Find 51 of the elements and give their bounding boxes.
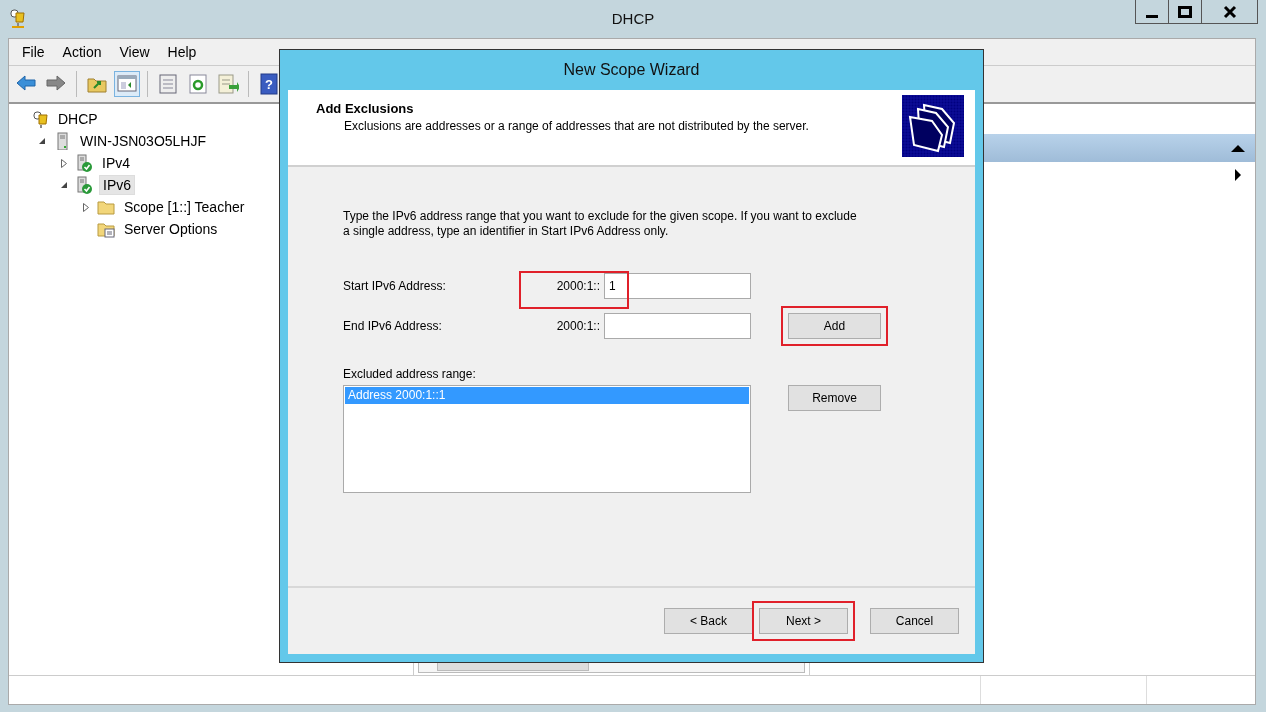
back-button[interactable]: < Back	[664, 608, 753, 634]
menu-item[interactable]: View	[110, 44, 159, 60]
collapse-arrow-icon[interactable]	[1231, 144, 1245, 152]
properties-icon	[157, 73, 179, 95]
field-label: Start IPv6 Address:	[343, 279, 447, 293]
submenu-arrow-icon[interactable]	[1235, 169, 1241, 181]
cancel-button[interactable]: Cancel	[870, 608, 959, 634]
toolbar-button[interactable]: ?	[256, 71, 282, 97]
field-label: End IPv6 Address:	[343, 319, 443, 333]
page-title: Add Exclusions	[316, 101, 415, 116]
toolbar-button[interactable]	[215, 71, 241, 97]
instructions-text: Type the IPv6 address range that you want to exclude for the given scope. If you want to exclude a single address, type an identifier in Start IPv6 Address only.	[343, 209, 858, 239]
folder-icon	[97, 198, 115, 216]
address-input[interactable]: 1	[604, 273, 751, 299]
refresh-icon	[187, 73, 209, 95]
tree-item[interactable]: DHCP	[55, 110, 101, 128]
minimize-icon	[1146, 15, 1158, 18]
expanded-arrow-icon[interactable]	[60, 181, 68, 189]
tree-item[interactable]: IPv6	[99, 175, 135, 195]
folder-list-icon	[97, 220, 115, 238]
menu-item[interactable]: File	[13, 44, 54, 60]
maximize-icon	[1178, 5, 1192, 18]
window-title: DHCP	[610, 10, 656, 27]
tree-item[interactable]: WIN-JSN03O5LHJF	[77, 132, 210, 150]
add-button[interactable]: Add	[788, 313, 881, 339]
collapsed-arrow-icon[interactable]	[83, 202, 89, 212]
dhcp-icon	[31, 110, 49, 128]
close-icon	[1222, 4, 1237, 19]
pane-toggle-icon	[116, 73, 138, 95]
remove-button[interactable]: Remove	[788, 385, 881, 411]
menu-item[interactable]: Help	[158, 44, 206, 60]
export-list-icon	[217, 73, 239, 95]
page-subtitle: Exclusions are addresses or a range of addresses that are not distributed by the server.	[344, 119, 809, 133]
collapsed-arrow-icon[interactable]	[61, 158, 67, 168]
server-check-icon	[75, 154, 93, 172]
tree-item[interactable]: Server Options	[121, 220, 221, 238]
dialog-title: New Scope Wizard	[562, 60, 701, 80]
address-prefix: 2000:1::	[556, 319, 600, 333]
address-prefix: 2000:1::	[556, 279, 600, 293]
close-button[interactable]	[1201, 0, 1258, 24]
next-button[interactable]: Next >	[759, 608, 848, 634]
menu-item[interactable]: Action	[53, 44, 111, 60]
tree-item[interactable]: IPv4	[99, 154, 133, 172]
app-icon	[8, 8, 28, 30]
tree-item[interactable]: Scope [1::] Teacher	[121, 198, 248, 216]
minimize-button[interactable]	[1135, 0, 1169, 24]
address-input[interactable]	[604, 313, 751, 339]
list-label: Excluded address range:	[343, 367, 477, 381]
server-check-icon	[75, 176, 93, 194]
expanded-arrow-icon[interactable]	[38, 137, 46, 145]
folders-icon	[902, 95, 964, 157]
